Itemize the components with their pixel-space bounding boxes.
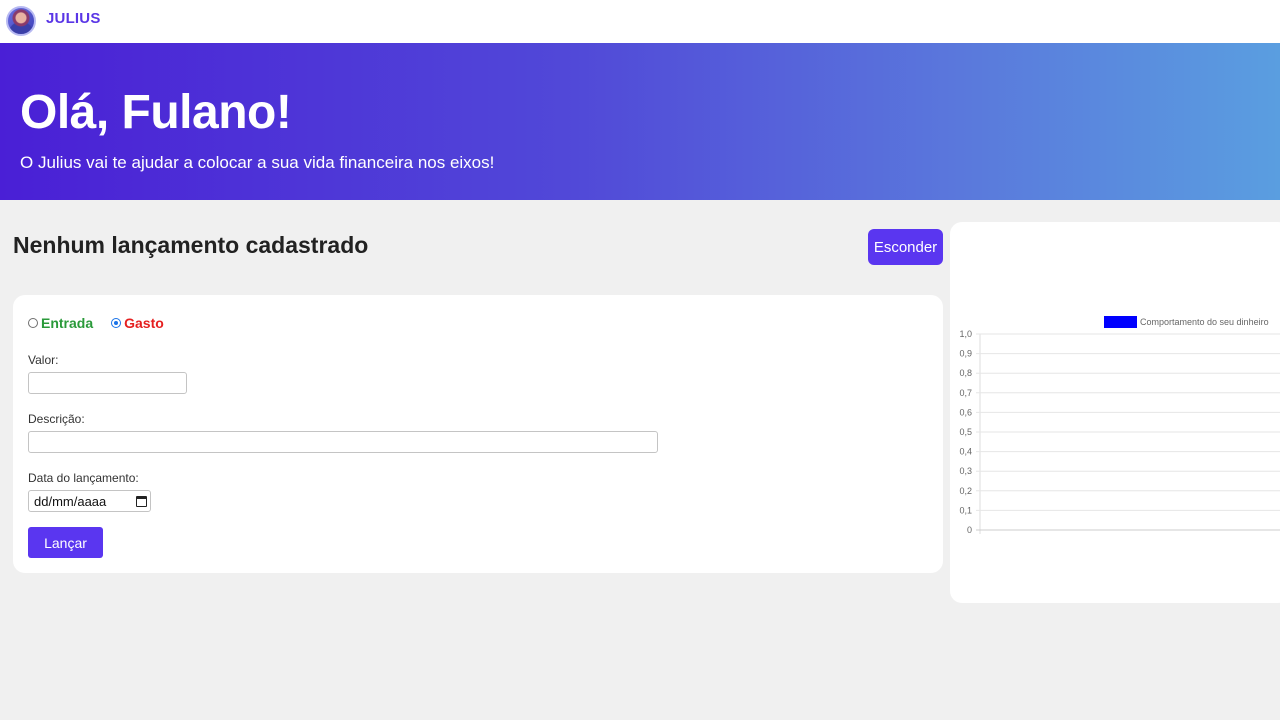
legend-label[interactable]: Comportamento do seu dinheiro	[1140, 317, 1269, 327]
brand-name[interactable]: JULIUS	[46, 10, 101, 27]
y-tick-label: 0,4	[959, 447, 972, 457]
calendar-icon[interactable]	[136, 496, 147, 507]
greeting-title: Olá, Fulano!	[20, 86, 292, 139]
y-tick-label: 0,2	[959, 486, 972, 496]
radio-entrada[interactable]	[28, 318, 38, 328]
submit-button[interactable]: Lançar	[28, 527, 103, 558]
legend-swatch[interactable]	[1104, 316, 1137, 328]
value-label: Valor:	[28, 353, 59, 367]
y-tick-label: 0,7	[959, 388, 972, 398]
y-tick-label: 0	[967, 525, 972, 535]
description-input[interactable]	[28, 431, 658, 453]
radio-entrada-label[interactable]: Entrada	[41, 315, 93, 331]
y-tick-label: 0,1	[959, 505, 972, 515]
entry-type-group: Entrada Gasto	[28, 315, 182, 331]
y-tick-label: 0,8	[959, 368, 972, 378]
entry-form: Entrada Gasto Valor: Descrição: Data do …	[13, 295, 943, 573]
money-chart: Comportamento do seu dinheiro 1,0 0,9 0,8 0,…	[959, 316, 1280, 535]
date-input[interactable]: dd/mm/aaaa	[28, 490, 151, 512]
avatar-icon[interactable]	[6, 6, 36, 36]
greeting-subtitle: O Julius vai te ajudar a colocar a sua v…	[20, 153, 495, 172]
chart-card: Comportamento do seu dinheiro 1,0 0,9 0,8 0,…	[950, 222, 1280, 603]
value-input[interactable]	[28, 372, 187, 394]
radio-gasto[interactable]	[111, 318, 122, 328]
hide-button[interactable]: Esconder	[868, 229, 943, 265]
hero-banner: Olá, Fulano! O Julius vai te ajudar a co…	[0, 43, 1280, 200]
description-label: Descrição:	[28, 412, 85, 426]
empty-entries-title: Nenhum lançamento cadastrado	[13, 232, 369, 258]
y-tick-label: 1,0	[959, 329, 972, 339]
y-tick-label: 0,3	[959, 466, 972, 476]
top-navbar: JULIUS	[0, 0, 1280, 43]
date-placeholder: dd/mm/aaaa	[34, 494, 107, 509]
y-tick-label: 0,6	[959, 407, 972, 417]
y-tick-label: 0,5	[959, 427, 972, 437]
y-tick-label: 0,9	[959, 349, 972, 359]
date-label: Data do lançamento:	[28, 471, 139, 485]
radio-gasto-label[interactable]: Gasto	[124, 315, 164, 331]
